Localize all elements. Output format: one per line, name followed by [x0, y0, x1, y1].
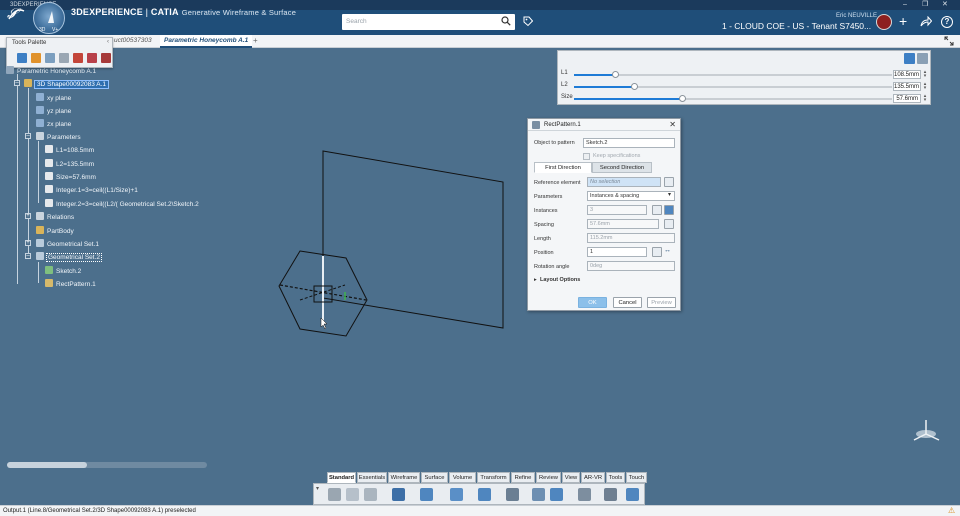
spacing-field[interactable]: 57.6mm: [587, 219, 659, 229]
status-bar: Output.1 (Line.8/Geometrical Set.2/3D Sh…: [0, 505, 960, 516]
pencil-icon[interactable]: [578, 488, 591, 501]
warning-icon[interactable]: ⚠: [948, 506, 955, 516]
update-icon[interactable]: [420, 488, 433, 501]
compass-axis-icon: [913, 420, 940, 441]
arrows-icon[interactable]: ↔: [664, 247, 671, 254]
length-field[interactable]: 115.2mm: [587, 233, 675, 243]
slider-value-field[interactable]: 135.5mm: [893, 82, 921, 91]
cut-icon[interactable]: [328, 488, 341, 501]
section-tab-volume[interactable]: Volume: [449, 472, 476, 483]
slider-fill: [574, 86, 635, 88]
link-icon[interactable]: [664, 205, 674, 215]
grid-icon[interactable]: [450, 488, 463, 501]
slider-fill: [574, 98, 683, 100]
slider-handle[interactable]: [612, 71, 620, 78]
slider-label-1: L2: [561, 82, 568, 88]
instances-label: Instances: [534, 208, 558, 214]
section-tab-ar-vr[interactable]: AR-VR: [581, 472, 605, 483]
ok-button[interactable]: OK: [578, 297, 607, 308]
slider-handle[interactable]: [679, 95, 687, 102]
dialog-title: RectPattern.1: [528, 119, 680, 131]
reference-picker-icon[interactable]: [664, 177, 674, 187]
copy-icon[interactable]: [346, 488, 359, 501]
slider-handle[interactable]: [631, 83, 639, 90]
section-tab-review[interactable]: Review: [536, 472, 561, 483]
preview-button[interactable]: Preview: [647, 297, 676, 308]
object-to-pattern-field[interactable]: Sketch.2: [583, 138, 675, 148]
pattern-icon[interactable]: [550, 488, 563, 501]
horizontal-scrollbar[interactable]: [7, 462, 207, 468]
parameter-sliders-panel: L1 108.5mm ▴ ▾ L2 135.5mm ▴ ▾ Size 57.6mm ▴ ▾: [557, 50, 931, 105]
scrollbar-thumb[interactable]: [7, 462, 87, 468]
spinner-icon[interactable]: ▴ ▾: [921, 94, 929, 103]
tab-first-direction[interactable]: First Direction: [534, 162, 592, 173]
close-icon[interactable]: ✕: [669, 120, 676, 129]
rotation-angle-field[interactable]: 0deg: [587, 261, 675, 271]
keep-specifications-label: Keep specifications: [593, 153, 641, 159]
tab-second-direction[interactable]: Second Direction: [592, 162, 652, 173]
chevron-right-icon[interactable]: ▸: [534, 277, 537, 283]
rectpattern-dialog: RectPattern.1 ✕ Object to pattern Sketch…: [527, 118, 681, 311]
formula-icon[interactable]: [904, 53, 915, 64]
section-tab-touch[interactable]: Touch: [626, 472, 647, 483]
rotation-angle-label: Rotation angle: [534, 264, 570, 270]
formula-icon[interactable]: [652, 247, 662, 257]
status-text: Output.1 (Line.8/Geometrical Set.2/3D Sh…: [3, 508, 196, 514]
section-tab-transform[interactable]: Transform: [477, 472, 510, 483]
paste-icon[interactable]: [364, 488, 377, 501]
spacing-label: Spacing: [534, 222, 554, 228]
slider-track[interactable]: [574, 95, 892, 102]
keep-specifications-checkbox[interactable]: [583, 153, 590, 160]
formula-icon[interactable]: [664, 219, 674, 229]
reference-element-field[interactable]: No selection: [587, 177, 661, 187]
reference-element-label: Reference element: [534, 180, 581, 186]
chevron-down-icon[interactable]: ▾: [668, 191, 671, 198]
instances-field[interactable]: 3: [587, 205, 647, 215]
section-tab-wireframe[interactable]: Wireframe: [388, 472, 420, 483]
slider-label-0: L1: [561, 70, 568, 76]
settings-icon[interactable]: [917, 53, 928, 64]
section-tab-tools[interactable]: Tools: [606, 472, 625, 483]
action-bar: ▾: [313, 483, 645, 505]
length-label: Length: [534, 236, 551, 242]
brush-icon[interactable]: [626, 488, 639, 501]
sketch-plane-rectangle: [322, 150, 504, 329]
hammer-icon[interactable]: [604, 488, 617, 501]
slider-track[interactable]: [574, 71, 892, 78]
measure-icon[interactable]: [532, 488, 545, 501]
position-label: Position: [534, 250, 554, 256]
slider-label-2: Size: [561, 94, 573, 100]
slider-fill: [574, 74, 616, 76]
parameters-label: Parameters: [534, 194, 563, 200]
object-to-pattern-label: Object to pattern: [534, 140, 575, 146]
cancel-button[interactable]: Cancel: [613, 297, 642, 308]
layout-options-expander[interactable]: Layout Options: [540, 277, 580, 283]
spinner-icon[interactable]: ▴ ▾: [921, 82, 929, 91]
pattern-icon: [532, 121, 540, 129]
slider-track[interactable]: [574, 83, 892, 90]
parameters-dropdown[interactable]: Instances & spacing: [587, 191, 675, 201]
chevron-down-icon[interactable]: ▾: [316, 485, 319, 492]
section-tab-essentials[interactable]: Essentials: [357, 472, 387, 483]
formula-icon[interactable]: [652, 205, 662, 215]
shape-tool-icon[interactable]: [478, 488, 491, 501]
section-tab-refine[interactable]: Refine: [511, 472, 535, 483]
slider-value-field[interactable]: 57.6mm: [893, 94, 921, 103]
undo-icon[interactable]: [392, 488, 405, 501]
spinner-icon[interactable]: ▴ ▾: [921, 70, 929, 79]
split-icon[interactable]: [506, 488, 519, 501]
slider-value-field[interactable]: 108.5mm: [893, 70, 921, 79]
section-tab-surface[interactable]: Surface: [421, 472, 448, 483]
section-tab-view[interactable]: View: [562, 472, 580, 483]
section-tab-standard[interactable]: Standard: [327, 472, 356, 483]
position-field[interactable]: 1: [587, 247, 647, 257]
